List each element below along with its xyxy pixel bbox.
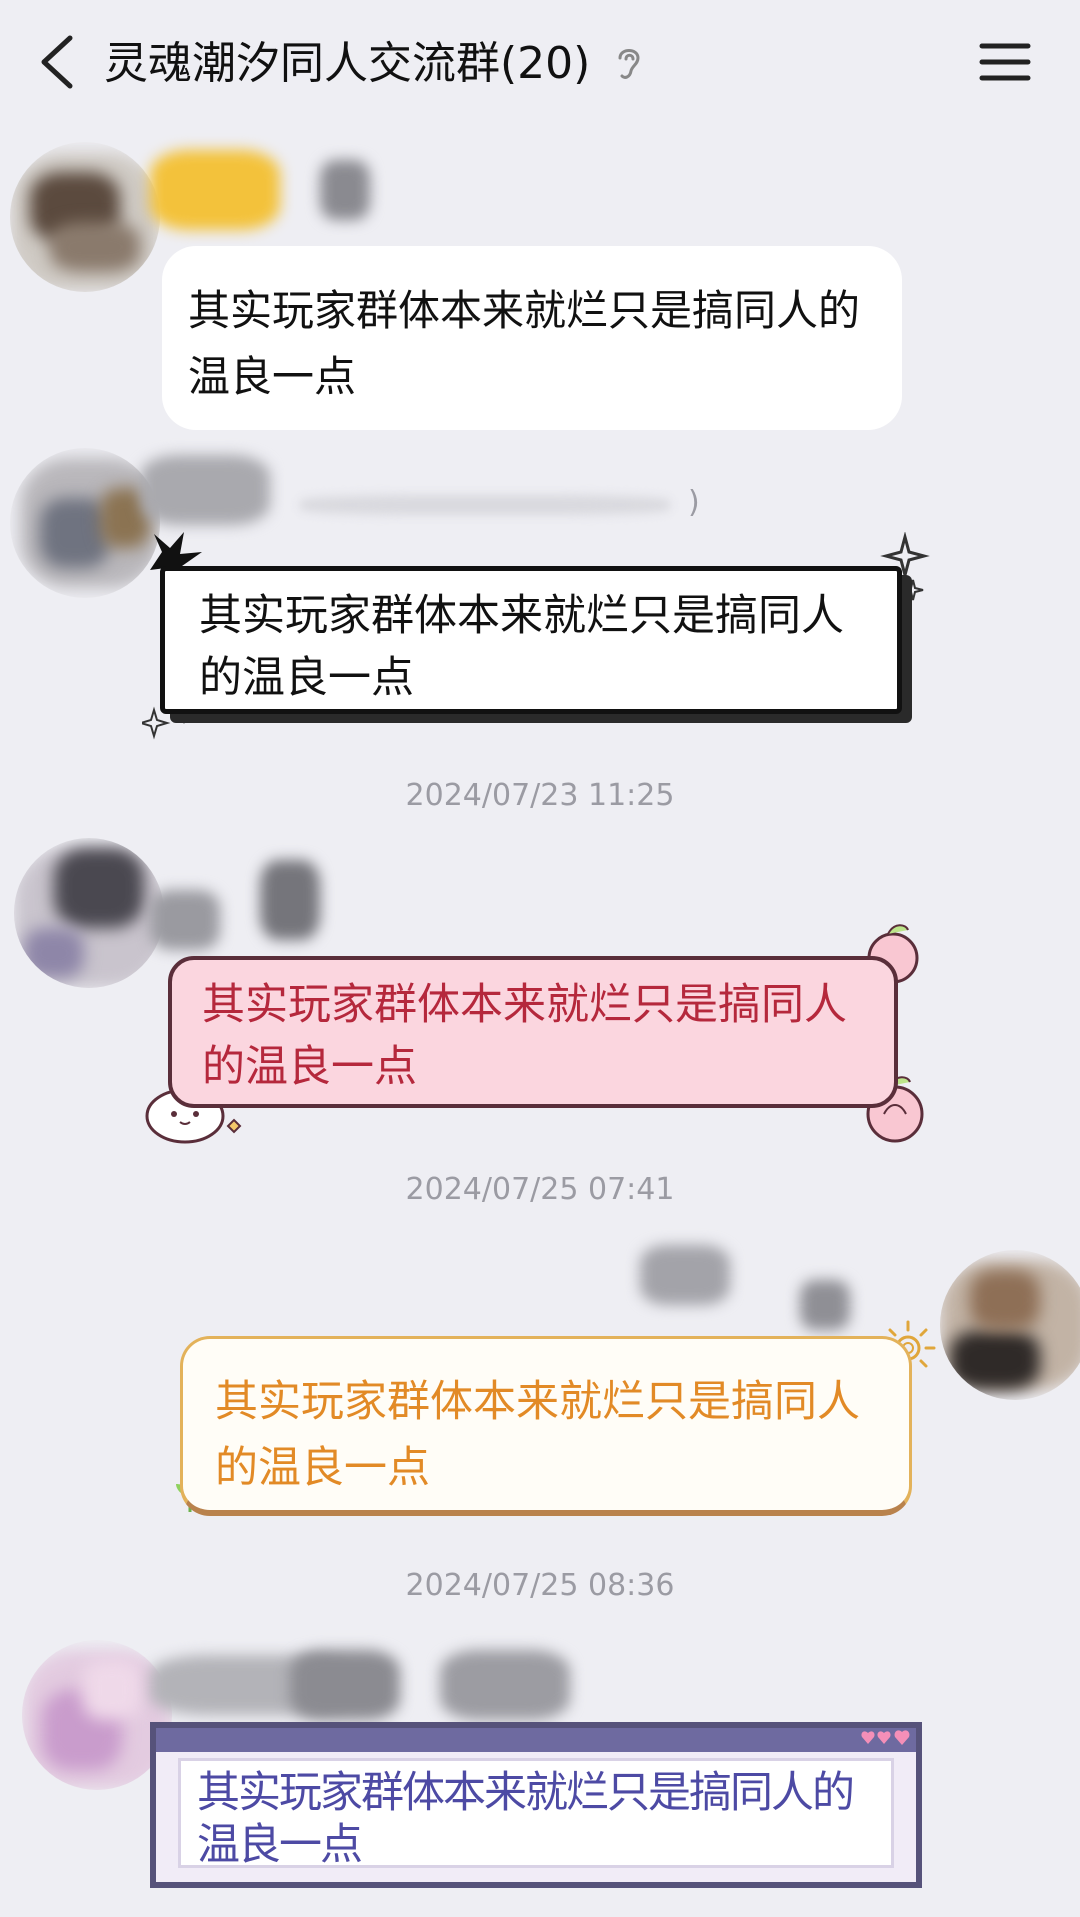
- timestamp: 2024/07/25 08:36: [405, 1568, 675, 1603]
- message-bubble[interactable]: 其实玩家群体本来就烂只是搞同人的温良一点: [168, 956, 898, 1108]
- message-bubble[interactable]: 其实玩家群体本来就烂只是搞同人的温良一点: [162, 246, 902, 430]
- message-bubble[interactable]: 其实玩家群体本来就烂只是搞同人的温良一点: [180, 1336, 912, 1516]
- timestamp: 2024/07/25 07:41: [405, 1172, 675, 1207]
- chat-title[interactable]: 灵魂潮汐同人交流群(20): [104, 34, 590, 94]
- message-bubble[interactable]: 其实玩家群体本来就烂只是搞同人的温良一点: [150, 1722, 922, 1888]
- sender-tag-obscured: [800, 1280, 850, 1330]
- sender-title-suffix: ): [688, 485, 700, 520]
- chat-header: 灵魂潮汐同人交流群(20): [0, 0, 1080, 128]
- message-text: 其实玩家群体本来就烂只是搞同人的温良一点: [202, 980, 847, 1092]
- sender-name-obscured: [140, 455, 270, 525]
- avatar[interactable]: [10, 448, 160, 598]
- hearts-decoration: [861, 1730, 910, 1745]
- sender-name-obscured: [150, 150, 280, 230]
- timestamp: 2024/07/23 11:25: [405, 778, 675, 813]
- message-text: 其实玩家群体本来就烂只是搞同人的温良一点: [199, 591, 844, 703]
- back-arrow-icon[interactable]: [34, 30, 84, 94]
- sender-tag-obscured: [320, 160, 370, 220]
- message-bubble[interactable]: 其实玩家群体本来就烂只是搞同人的温良一点: [160, 566, 902, 714]
- avatar[interactable]: [14, 838, 164, 988]
- sender-title-obscured: [440, 1650, 570, 1720]
- ear-icon[interactable]: [614, 44, 644, 84]
- sender-tag-obscured: [290, 1650, 400, 1720]
- message-text: 其实玩家群体本来就烂只是搞同人的温良一点: [188, 286, 861, 401]
- message-text: 其实玩家群体本来就烂只是搞同人的温良一点: [178, 1758, 894, 1870]
- avatar[interactable]: [10, 142, 160, 292]
- sender-name-obscured: [150, 890, 220, 950]
- sender-name-obscured: [640, 1245, 730, 1305]
- hamburger-menu-icon[interactable]: [978, 38, 1032, 86]
- message-text: 其实玩家群体本来就烂只是搞同人的温良一点: [215, 1377, 860, 1493]
- sender-title-obscured: [300, 495, 670, 515]
- sender-tag-obscured: [260, 860, 320, 940]
- avatar[interactable]: [940, 1250, 1080, 1400]
